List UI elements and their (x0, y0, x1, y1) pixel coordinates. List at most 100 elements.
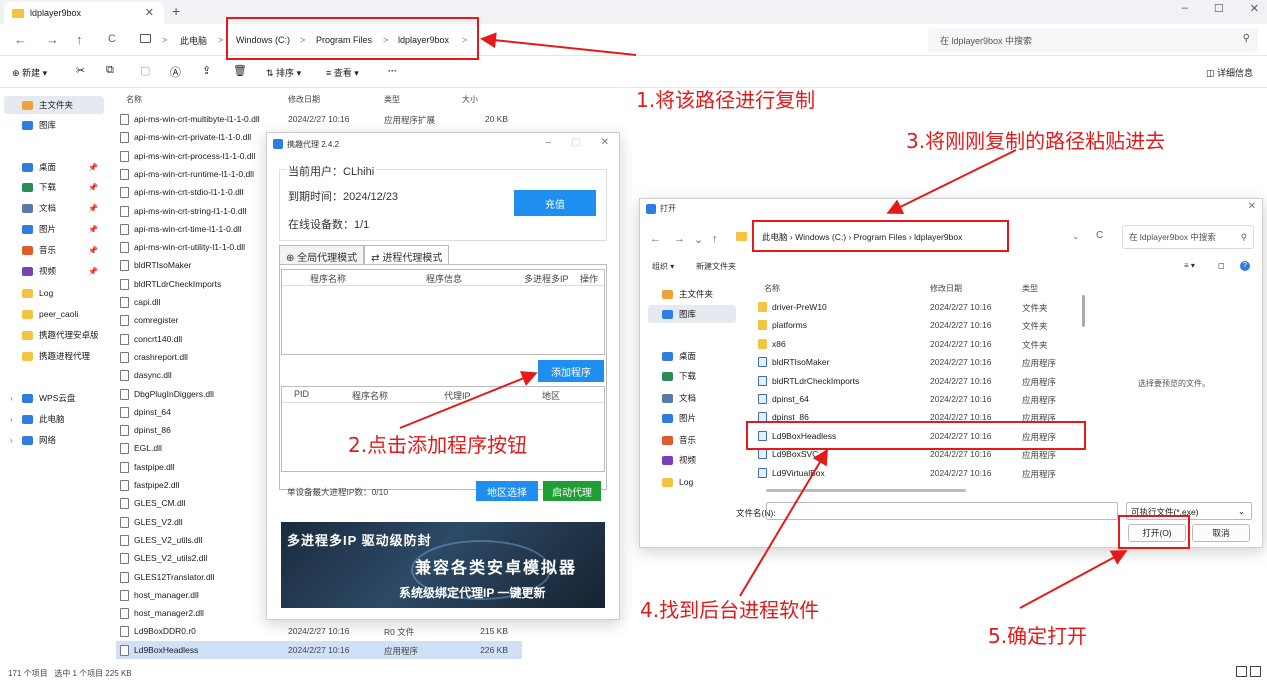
column-type-header[interactable]: 类型 (384, 94, 400, 105)
search-input[interactable]: 在 ldplayer9box 中搜索 ⚲ (928, 28, 1258, 52)
sidebar-item-gallery[interactable]: 图库 (4, 116, 104, 134)
file-type: 应用程序 (1022, 450, 1057, 461)
more-button[interactable]: ··· (388, 66, 397, 76)
tab-global-proxy[interactable]: ⊕ 全局代理模式 (279, 245, 365, 265)
close-window-button[interactable]: ✕ (1250, 2, 1259, 15)
file-row[interactable]: Ld9BoxHeadless 2024/2/27 10:16 应用程序 226 KB (116, 640, 522, 659)
sidebar-item-this-pc[interactable]: › 此电脑 (4, 410, 104, 428)
organize-button[interactable]: 组织 ▾ (652, 261, 674, 272)
dialog-file-row[interactable]: platforms 2024/2/27 10:16 文件夹 (750, 316, 1080, 334)
close-dialog-button[interactable]: ✕ (1248, 201, 1256, 212)
column-name-header[interactable]: 名称 (764, 283, 780, 294)
sidebar-item-pictures[interactable]: 图片 📌 (4, 220, 104, 238)
dialog-sidebar-item-pictures[interactable]: 图片 (648, 409, 736, 427)
sort-button[interactable]: ⇅ 排序 ▾ (266, 66, 301, 79)
dialog-sidebar-item-desktop[interactable]: 桌面 (648, 347, 736, 365)
horizontal-scrollbar[interactable] (766, 489, 966, 492)
sidebar-item-documents[interactable]: 文档 📌 (4, 199, 104, 217)
dialog-file-row[interactable]: Ld9VirtualBox 2024/2/27 10:16 应用程序 (750, 464, 1080, 482)
recent-dropdown[interactable]: ⌄ (694, 233, 703, 246)
minimize-button[interactable]: – (546, 137, 552, 148)
paste-icon[interactable]: ▢ (140, 64, 150, 77)
dialog-sidebar-item-home[interactable]: 主文件夹 (648, 285, 736, 303)
start-proxy-button[interactable]: 启动代理 (543, 481, 601, 501)
column-name-header[interactable]: 名称 (126, 94, 142, 105)
dialog-search-input[interactable]: 在 ldplayer9box 中搜索 ⚲ (1122, 225, 1254, 249)
vertical-scrollbar[interactable] (1082, 295, 1085, 327)
dialog-sidebar-item-downloads[interactable]: 下载 (648, 367, 736, 385)
refresh-button[interactable]: C (108, 33, 116, 45)
back-button[interactable]: ← (650, 233, 661, 245)
sidebar-item-desktop[interactable]: 桌面 📌 (4, 158, 104, 176)
preview-pane-icon[interactable]: ◻ (1218, 261, 1225, 270)
back-button[interactable]: ← (14, 32, 27, 47)
help-icon[interactable]: ? (1240, 261, 1250, 271)
sidebar-item-peer-caoli[interactable]: peer_caoli (4, 305, 104, 323)
sidebar-item-music[interactable]: 音乐 📌 (4, 241, 104, 259)
file-icon (120, 626, 129, 638)
dialog-sidebar-item-documents[interactable]: 文档 (648, 389, 736, 407)
share-icon[interactable]: ⇪ (202, 64, 211, 77)
details-view-icon[interactable] (1236, 666, 1247, 677)
column-date-header[interactable]: 修改日期 (288, 94, 320, 105)
sidebar-item-videos[interactable]: 视频 📌 (4, 262, 104, 280)
column-size-header[interactable]: 大小 (462, 94, 478, 105)
new-tab-button[interactable]: + (172, 3, 180, 19)
cancel-button[interactable]: 取消 (1192, 524, 1250, 542)
close-window-button[interactable]: ✕ (601, 137, 609, 148)
maximize-button[interactable]: ☐ (1214, 2, 1224, 15)
sidebar-item-downloads[interactable]: 下载 📌 (4, 178, 104, 196)
view-button[interactable]: ≡ 查看 ▾ (326, 66, 359, 79)
dialog-file-row[interactable]: bldRTIsoMaker 2024/2/27 10:16 应用程序 (750, 353, 1080, 371)
filename-input[interactable] (766, 502, 1118, 520)
sidebar-item-proxy-process[interactable]: 携趣进程代理 (4, 347, 104, 365)
new-button[interactable]: ⊕ 新建 ▾ (12, 66, 47, 79)
dialog-sidebar-item-log[interactable]: Log (648, 473, 736, 491)
maximize-button[interactable]: ▢ (571, 137, 580, 148)
dialog-file-row[interactable]: bldRTLdrCheckImports 2024/2/27 10:16 应用程序 (750, 372, 1080, 390)
rename-icon[interactable]: Ⓐ (170, 64, 181, 80)
dialog-file-row[interactable]: x86 2024/2/27 10:16 文件夹 (750, 335, 1080, 353)
recharge-button[interactable]: 充值 (514, 190, 596, 216)
file-icon (120, 260, 129, 272)
tab-process-proxy[interactable]: ⇄ 进程代理模式 (364, 245, 450, 265)
close-tab-button[interactable]: ✕ (145, 6, 154, 19)
up-button[interactable]: ↑ (76, 32, 83, 47)
sidebar-item-proxy-android[interactable]: 携趣代理安卓版 (4, 326, 104, 344)
forward-button[interactable]: → (46, 32, 59, 47)
forward-button[interactable]: → (674, 233, 685, 245)
tiles-view-icon[interactable] (1250, 666, 1261, 677)
file-icon (120, 168, 129, 180)
refresh-icon[interactable]: C (1096, 230, 1103, 241)
new-folder-button[interactable]: 新建文件夹 (696, 261, 736, 272)
chevron-right-icon[interactable]: › (10, 414, 13, 424)
breadcrumb-this-pc[interactable]: 此电脑 (180, 31, 207, 49)
dialog-sidebar-item-music[interactable]: 音乐 (648, 431, 736, 449)
dialog-file-row[interactable]: dpinst_64 2024/2/27 10:16 应用程序 (750, 390, 1080, 408)
details-pane-button[interactable]: ◫ 详细信息 (1206, 66, 1253, 79)
region-select-button[interactable]: 地区选择 (476, 481, 538, 501)
delete-icon[interactable]: 🗑 (233, 64, 247, 77)
add-program-button[interactable]: 添加程序 (538, 360, 604, 382)
sidebar-item-network[interactable]: › 网络 (4, 431, 104, 449)
file-type: 应用程序 (1022, 395, 1057, 405)
file-row[interactable]: Ld9BoxDDR0.r0 2024/2/27 10:16 R0 文件 215 KB (116, 622, 522, 640)
view-menu-icon[interactable]: ≡ ▾ (1184, 261, 1195, 270)
tab-ldplayer9box[interactable]: ldplayer9box ✕ (4, 2, 164, 24)
cut-icon[interactable]: ✂ (76, 64, 85, 77)
copy-icon[interactable]: ⧉ (106, 64, 114, 77)
minimize-button[interactable]: – (1182, 2, 1188, 15)
dialog-file-row[interactable]: driver-PreW10 2024/2/27 10:16 文件夹 (750, 298, 1080, 316)
chevron-right-icon[interactable]: › (10, 435, 13, 445)
chevron-down-icon[interactable]: ⌄ (1072, 231, 1080, 242)
column-date-header[interactable]: 修改日期 (930, 283, 962, 294)
dialog-sidebar-item-videos[interactable]: 视频 (648, 451, 736, 469)
chevron-right-icon[interactable]: › (10, 393, 13, 403)
up-button[interactable]: ↑ (712, 233, 718, 245)
file-row[interactable]: api-ms-win-crt-multibyte-l1-1-0.dll 2024/… (116, 110, 522, 128)
sidebar-item-log[interactable]: Log (4, 284, 104, 302)
dialog-sidebar-item-gallery[interactable]: 图库 (648, 305, 736, 323)
sidebar-item-wps-cloud[interactable]: › WPS云盘 (4, 389, 104, 407)
column-type-header[interactable]: 类型 (1022, 283, 1038, 294)
sidebar-item-home[interactable]: 主文件夹 (4, 96, 104, 114)
